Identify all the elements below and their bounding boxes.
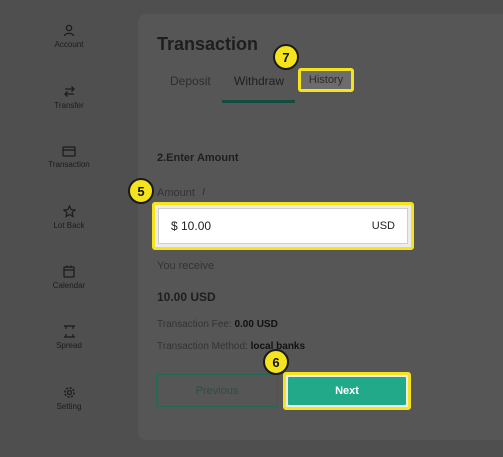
user-icon [63,24,75,37]
gear-icon [63,387,75,398]
transfer-icon [63,86,75,97]
next-button-highlight: Next [283,372,411,410]
sidebar-item-label: Spread [56,341,82,350]
tab-withdraw[interactable]: Withdraw [234,74,284,88]
annotation-badge-6: 6 [263,349,289,375]
section-title: 2.Enter Amount [157,152,239,164]
sidebar-item-account[interactable]: Account [0,24,138,84]
sidebar-item-label: Lot Back [53,221,85,230]
sidebar-item-lot-back[interactable]: Lot Back [0,205,138,265]
sidebar-item-transfer[interactable]: Transfer [0,85,138,145]
sidebar-item-spread[interactable]: Spread [0,325,138,385]
annotation-badge-5: 5 [128,178,154,204]
method-label: Transaction Method: [157,341,248,352]
page-title: Transaction [157,34,259,54]
amount-field-highlight: $ 10.00 USD [152,202,414,250]
sidebar-item-calendar[interactable]: Calendar [0,265,138,325]
active-tab-indicator [222,100,295,103]
sidebar-item-label: Calendar [52,281,86,290]
amount-value: $ 10.00 [171,219,212,233]
amount-currency: USD [371,220,395,232]
annotation-badge-7: 7 [273,44,299,70]
sidebar-item-label: Account [54,40,84,49]
sidebar-item-label: Transaction [48,160,90,169]
info-icon [202,187,205,196]
sidebar-item-label: Setting [56,402,82,411]
sidebar-item-setting[interactable]: Setting [0,386,138,446]
fee-row: Transaction Fee: 0.00 USD [157,319,278,330]
amount-label: Amount [157,187,207,199]
calendar-icon [63,265,75,278]
card-icon [62,146,76,157]
amount-input[interactable]: $ 10.00 USD [158,208,408,244]
transaction-panel: Transaction Deposit Withdraw History 2.E… [138,14,503,440]
tab-history[interactable]: History [298,68,354,92]
tab-deposit[interactable]: Deposit [170,74,211,88]
sidebar: Account Transfer Transaction Lot Back Ca… [0,0,138,457]
previous-button[interactable]: Previous [156,374,278,407]
sidebar-item-transaction[interactable]: Transaction [0,146,138,206]
receive-label: You receive [157,260,215,272]
next-button[interactable]: Next [288,377,406,405]
spread-icon [63,325,75,338]
star-icon [62,205,76,218]
fee-label: Transaction Fee: [157,319,232,330]
fee-value: 0.00 USD [234,319,278,330]
tab-history-label: History [308,74,344,86]
receive-value: 10.00 USD [157,290,216,304]
sidebar-item-label: Transfer [54,101,84,110]
